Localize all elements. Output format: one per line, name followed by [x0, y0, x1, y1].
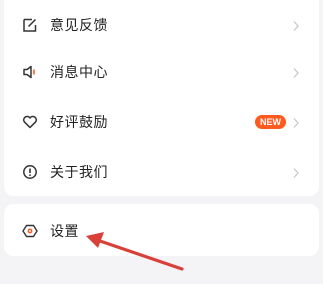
- menu-item-rate[interactable]: 好评鼓励 NEW: [4, 97, 319, 146]
- settings-card: 设置: [4, 204, 319, 256]
- menu-item-label: 关于我们: [50, 163, 108, 180]
- chevron-right-icon: [291, 166, 301, 178]
- menu-item-label: 消息中心: [50, 63, 108, 80]
- feedback-edit-icon: [21, 16, 39, 34]
- new-badge: NEW: [255, 114, 286, 129]
- chevron-right-icon: [291, 19, 301, 31]
- menu-item-label: 好评鼓励: [50, 113, 108, 130]
- info-circle-icon: [21, 163, 39, 181]
- speaker-icon: [21, 63, 39, 81]
- menu-card: 意见反馈 消息中心 好评鼓励 NEW 关于我们: [4, 0, 319, 196]
- chevron-right-icon: [291, 66, 301, 78]
- settings-page: 意见反馈 消息中心 好评鼓励 NEW 关于我们 设置: [0, 0, 323, 284]
- menu-item-feedback[interactable]: 意见反馈: [4, 0, 319, 49]
- menu-item-settings[interactable]: 设置: [4, 206, 319, 255]
- menu-item-label: 意见反馈: [50, 16, 108, 33]
- chevron-right-icon: [291, 116, 301, 128]
- menu-item-messages[interactable]: 消息中心: [4, 47, 319, 96]
- settings-hexagon-icon: [21, 222, 39, 240]
- heart-icon: [21, 113, 39, 131]
- menu-item-about[interactable]: 关于我们: [4, 147, 319, 196]
- settings-label: 设置: [50, 222, 79, 239]
